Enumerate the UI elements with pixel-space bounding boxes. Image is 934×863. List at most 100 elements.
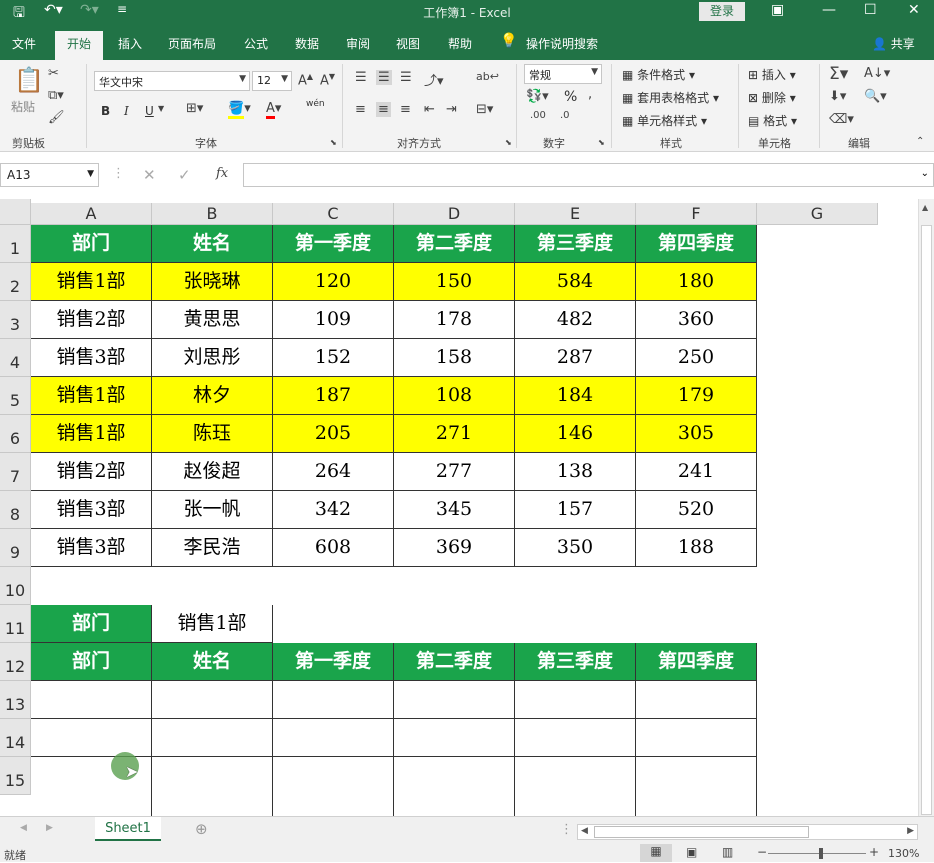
- find-select-icon[interactable]: 🔍▾: [864, 89, 887, 104]
- align-top-icon[interactable]: ☰: [355, 70, 367, 85]
- orientation-icon[interactable]: ⤴▾: [424, 70, 444, 89]
- row-header-15[interactable]: 15: [0, 757, 31, 795]
- font-name-select[interactable]: 华文中宋 ▼: [94, 71, 250, 91]
- close-icon[interactable]: ✕: [908, 2, 920, 18]
- align-right-icon[interactable]: ≡: [400, 102, 411, 117]
- page-break-view-icon[interactable]: ▥: [722, 845, 733, 859]
- result-cell[interactable]: [152, 757, 273, 816]
- accounting-format-icon[interactable]: 💱▾: [526, 89, 549, 104]
- table-header-cell[interactable]: 第四季度: [636, 225, 757, 263]
- table-cell[interactable]: 180: [636, 263, 757, 301]
- dialog-launcher-icon[interactable]: ⬊: [598, 138, 605, 147]
- bold-button[interactable]: B: [101, 104, 110, 118]
- table-cell[interactable]: 264: [273, 453, 394, 491]
- row-header-3[interactable]: 3: [0, 301, 31, 339]
- table-cell[interactable]: 205: [273, 415, 394, 453]
- result-cell[interactable]: [636, 757, 757, 816]
- conditional-format-button[interactable]: ▦ 条件格式 ▾: [622, 66, 695, 83]
- collapse-ribbon-icon[interactable]: ⌃: [916, 136, 924, 147]
- result-header-cell[interactable]: 部门: [31, 643, 152, 681]
- page-layout-view-icon[interactable]: ▣: [686, 845, 697, 859]
- number-format-select[interactable]: 常规 ▼: [524, 64, 602, 84]
- login-button[interactable]: 登录: [699, 2, 745, 21]
- table-cell[interactable]: 销售3部: [31, 529, 152, 567]
- vertical-scroll-thumb[interactable]: [921, 225, 932, 815]
- table-cell[interactable]: 584: [515, 263, 636, 301]
- row-header-2[interactable]: 2: [0, 263, 31, 301]
- row-header-12[interactable]: 12: [0, 643, 31, 681]
- table-cell[interactable]: 187: [273, 377, 394, 415]
- table-cell[interactable]: 520: [636, 491, 757, 529]
- table-cell[interactable]: 赵俊超: [152, 453, 273, 491]
- tab-insert[interactable]: 插入: [118, 35, 142, 52]
- table-cell[interactable]: 146: [515, 415, 636, 453]
- result-cell[interactable]: [394, 757, 515, 816]
- clear-icon[interactable]: ⌫▾: [829, 112, 854, 127]
- result-cell[interactable]: [273, 719, 394, 757]
- phonetic-button[interactable]: wén: [306, 99, 325, 109]
- result-cell[interactable]: [394, 681, 515, 719]
- table-cell[interactable]: 345: [394, 491, 515, 529]
- result-cell[interactable]: [636, 681, 757, 719]
- tab-view[interactable]: 视图: [396, 35, 420, 52]
- percent-button[interactable]: %: [564, 89, 577, 105]
- result-header-cell[interactable]: 第二季度: [394, 643, 515, 681]
- table-cell[interactable]: 342: [273, 491, 394, 529]
- autosum-icon[interactable]: Σ▾: [829, 64, 848, 84]
- align-center-icon[interactable]: ≡: [376, 102, 391, 117]
- table-cell[interactable]: 销售2部: [31, 453, 152, 491]
- tab-review[interactable]: 审阅: [346, 35, 370, 52]
- table-cell[interactable]: 109: [273, 301, 394, 339]
- row-header-10[interactable]: 10: [0, 567, 31, 605]
- table-cell[interactable]: 林夕: [152, 377, 273, 415]
- row-header-5[interactable]: 5: [0, 377, 31, 415]
- borders-icon[interactable]: ⊞▾: [186, 101, 203, 116]
- align-bottom-icon[interactable]: ☰: [400, 70, 412, 85]
- decrease-decimal-icon[interactable]: .0: [560, 110, 570, 121]
- table-cell[interactable]: 销售2部: [31, 301, 152, 339]
- row-header-4[interactable]: 4: [0, 339, 31, 377]
- zoom-in-icon[interactable]: +: [869, 845, 879, 859]
- table-header-cell[interactable]: 姓名: [152, 225, 273, 263]
- next-sheet-icon[interactable]: ▶: [46, 823, 53, 833]
- select-all-corner[interactable]: [0, 199, 31, 225]
- dialog-launcher-icon[interactable]: ⬊: [330, 138, 337, 147]
- dialog-launcher-icon[interactable]: ⬊: [505, 138, 512, 147]
- align-left-icon[interactable]: ≡: [355, 102, 366, 117]
- result-cell[interactable]: [394, 719, 515, 757]
- fill-icon[interactable]: ⬇▾: [829, 89, 846, 104]
- enter-icon[interactable]: ✓: [178, 166, 191, 184]
- column-header-b[interactable]: B: [152, 203, 273, 225]
- align-middle-icon[interactable]: ☰: [376, 70, 392, 85]
- sheet-tab-sheet1[interactable]: Sheet1: [95, 817, 161, 841]
- table-cell[interactable]: 黄思思: [152, 301, 273, 339]
- maximize-icon[interactable]: ☐: [864, 2, 877, 18]
- underline-button[interactable]: U: [145, 104, 154, 118]
- table-cell[interactable]: 250: [636, 339, 757, 377]
- decrease-indent-icon[interactable]: ⇤: [424, 102, 435, 117]
- table-cell[interactable]: 482: [515, 301, 636, 339]
- table-cell[interactable]: 销售1部: [31, 377, 152, 415]
- table-cell[interactable]: 179: [636, 377, 757, 415]
- scroll-right-icon[interactable]: ▶: [907, 826, 914, 836]
- result-cell[interactable]: [515, 681, 636, 719]
- column-header-e[interactable]: E: [515, 203, 636, 225]
- table-cell[interactable]: 277: [394, 453, 515, 491]
- sort-filter-icon[interactable]: A↓▾: [864, 66, 890, 81]
- table-header-cell[interactable]: 部门: [31, 225, 152, 263]
- result-cell[interactable]: [31, 719, 152, 757]
- result-cell[interactable]: [636, 719, 757, 757]
- row-header-1[interactable]: 1: [0, 225, 31, 263]
- decrease-font-icon[interactable]: A▼: [320, 72, 335, 88]
- tab-data[interactable]: 数据: [295, 35, 319, 52]
- result-header-cell[interactable]: 姓名: [152, 643, 273, 681]
- worksheet-grid[interactable]: ABCDEFG 1 2 3 4 5 6 7 8 9 10 11 12 13 14 15 部门 姓名 第一季度 第二…: [0, 199, 934, 816]
- table-cell[interactable]: 销售3部: [31, 339, 152, 377]
- format-painter-icon[interactable]: 🖌: [48, 110, 65, 125]
- increase-indent-icon[interactable]: ⇥: [446, 102, 457, 117]
- table-cell[interactable]: 360: [636, 301, 757, 339]
- tab-file[interactable]: 文件: [12, 35, 36, 52]
- result-cell[interactable]: [31, 681, 152, 719]
- insert-cells-button[interactable]: ⊞ 插入 ▾: [748, 66, 796, 83]
- table-cell[interactable]: 150: [394, 263, 515, 301]
